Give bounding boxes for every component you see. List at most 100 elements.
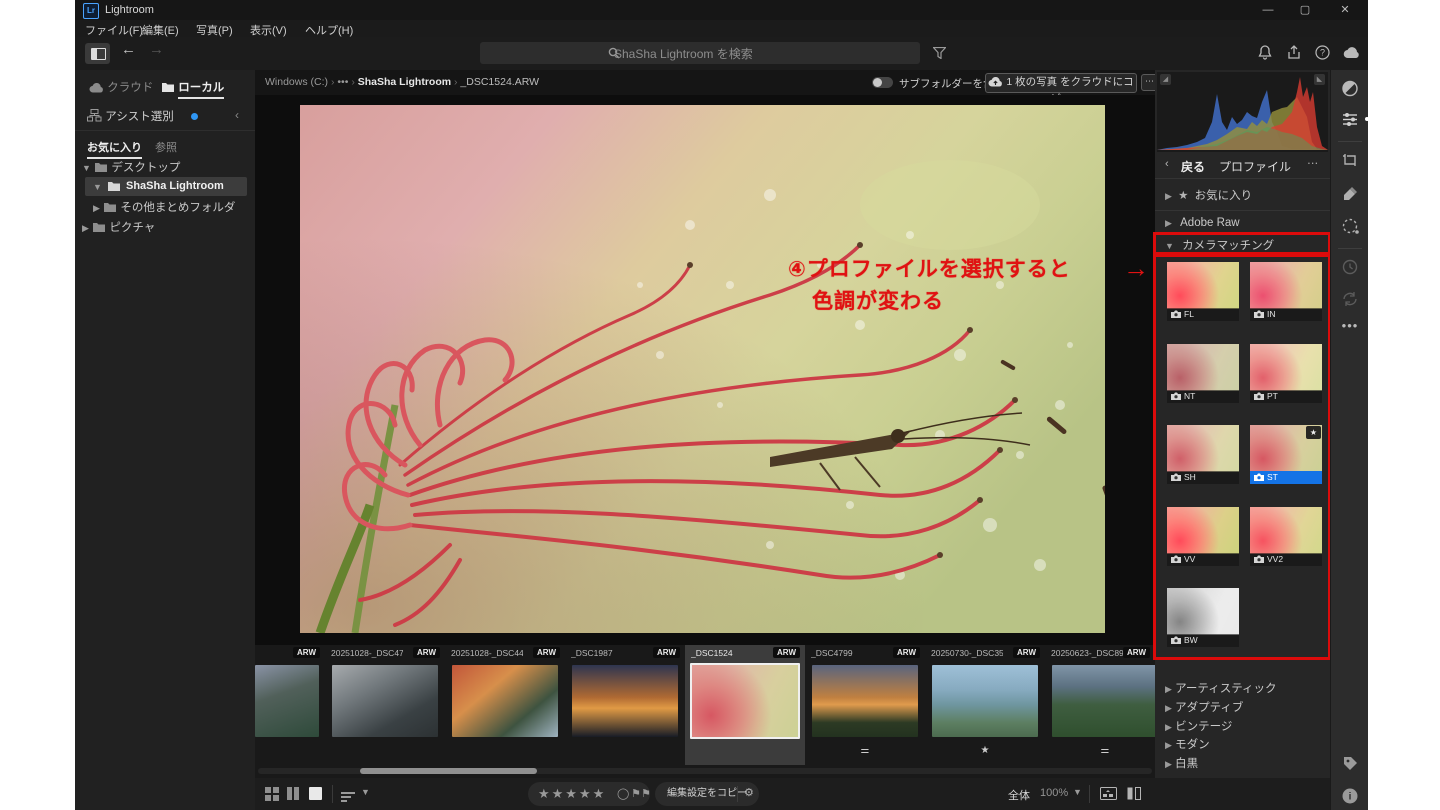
menu-photo[interactable]: 写真(P) — [196, 22, 233, 38]
profile-tile-fl[interactable]: FL — [1167, 262, 1239, 321]
shadow-clipping-button[interactable]: ◢ — [1160, 74, 1171, 85]
profiles-more-button[interactable]: ⋯ — [1307, 156, 1319, 170]
zoom-chevron-icon[interactable]: ▼ — [1073, 787, 1082, 797]
adjustments-sliders-icon[interactable] — [1331, 111, 1368, 128]
single-view-icon[interactable] — [309, 787, 323, 801]
group-favorites[interactable]: ▶ ★ お気に入り — [1165, 187, 1252, 203]
thumbnail-selected[interactable] — [690, 663, 800, 739]
group-bw[interactable]: ▶ 白黒 — [1165, 755, 1198, 771]
filmstrip-cell-selected[interactable]: _DSC1524 ARW — [685, 645, 805, 765]
favorite-star-badge[interactable]: ★ — [1306, 426, 1321, 439]
zoom-mode-label[interactable]: 全体 — [1008, 787, 1030, 803]
filmstrip-cell[interactable]: 20250730-_DSC3543 ARW ★ — [925, 645, 1045, 765]
share-icon[interactable] — [1287, 45, 1301, 60]
filmstrip-cell[interactable]: _DSC4799 ARW ⚌ — [805, 645, 925, 765]
profile-tile-pt[interactable]: PT — [1250, 344, 1322, 403]
profile-tile-st-selected[interactable]: ★ ST — [1250, 425, 1322, 484]
profile-tile-sh[interactable]: SH — [1167, 425, 1239, 484]
tree-item-desktop[interactable]: ▼ デスクトップ — [82, 159, 180, 175]
color-label-circle-icon[interactable]: ◯ — [617, 787, 629, 800]
masking-icon[interactable] — [1331, 217, 1368, 235]
search-box[interactable] — [480, 42, 920, 64]
group-modern[interactable]: ▶ モダン — [1165, 736, 1210, 752]
sort-icon[interactable] — [341, 790, 355, 804]
copy-to-cloud-button[interactable]: 1 枚の写真 をクラウドにコピー — [985, 73, 1137, 93]
thumbnail[interactable] — [452, 665, 558, 737]
rating-stars[interactable]: ★★★★★ — [538, 786, 606, 802]
panel-toggle-button[interactable] — [85, 43, 110, 64]
group-vintage[interactable]: ▶ ビンテージ — [1165, 718, 1232, 734]
highlight-clipping-button[interactable]: ◣ — [1314, 74, 1325, 85]
thumbnail[interactable] — [812, 665, 918, 737]
filmstrip-scrollbar-thumb[interactable] — [360, 768, 537, 774]
sidebar-tab-local[interactable]: ローカル — [161, 79, 224, 95]
filter-funnel-icon[interactable] — [933, 47, 946, 59]
thumbnail[interactable] — [332, 665, 438, 737]
grid-view-icon[interactable] — [265, 787, 279, 801]
notifications-bell-icon[interactable] — [1258, 45, 1272, 60]
filmstrip-cell[interactable]: _DSC1987 ARW — [565, 645, 685, 765]
thumbnail[interactable] — [255, 665, 319, 737]
assist-select-row[interactable]: アシスト選別 — [87, 108, 174, 124]
healing-brush-icon[interactable] — [1331, 184, 1368, 202]
sidebar-tab-browse[interactable]: 参照 — [155, 139, 177, 155]
menu-view[interactable]: 表示(V) — [250, 22, 287, 38]
filmstrip-cell[interactable]: ARW — [255, 645, 325, 765]
filmstrip-cell[interactable]: 20250623-_DSC8973 ARW ⚌ — [1045, 645, 1155, 765]
column-view-icon[interactable] — [287, 787, 301, 801]
menu-edit[interactable]: 編集(E) — [142, 22, 179, 38]
versions-sync-icon[interactable] — [1331, 290, 1368, 308]
copy-edit-settings-button[interactable]: 編集設定をコピー — [667, 782, 747, 806]
reject-flag-icon[interactable]: ⚑ — [641, 787, 651, 800]
menu-file[interactable]: ファイル(F) — [85, 22, 143, 38]
profile-tile-vv[interactable]: VV — [1167, 507, 1239, 566]
profile-tile-bw[interactable]: BW — [1167, 588, 1239, 647]
cloud-sync-icon[interactable] — [1343, 47, 1361, 59]
back-arrow-icon[interactable]: ← — [121, 41, 136, 58]
minimize-button[interactable]: — — [1251, 0, 1285, 20]
filmstrip-toggle-icon[interactable] — [1100, 787, 1117, 800]
breadcrumb-root[interactable]: Windows (C:) — [265, 76, 328, 88]
gear-icon[interactable]: ⚙ — [744, 786, 754, 799]
group-adobe-raw[interactable]: ▶ Adobe Raw — [1165, 217, 1240, 229]
edit-profile-icon[interactable] — [1331, 80, 1368, 97]
back-button[interactable]: 戻る — [1181, 158, 1205, 175]
keywords-tag-icon[interactable] — [1331, 753, 1368, 771]
profile-tile-nt[interactable]: NT — [1167, 344, 1239, 403]
sidebar-tab-favorites[interactable]: お気に入り — [87, 139, 142, 155]
sidebar-collapse-icon[interactable]: ‹ — [235, 108, 239, 122]
crop-icon[interactable] — [1331, 151, 1368, 169]
filmstrip-cell[interactable]: 20251028-_DSC4769 ARW — [325, 645, 445, 765]
group-adaptive[interactable]: ▶ アダプティブ — [1165, 699, 1243, 715]
history-clock-icon[interactable] — [1331, 258, 1368, 276]
info-icon[interactable]: i — [1331, 787, 1368, 805]
tree-item-pictures[interactable]: ▶ ピクチャ — [82, 219, 155, 235]
main-photo[interactable] — [300, 105, 1105, 633]
profile-tile-vv2[interactable]: VV2 — [1250, 507, 1322, 566]
thumbnail[interactable] — [572, 665, 678, 737]
include-subfolders-toggle[interactable] — [872, 77, 893, 88]
tree-item-shasha-selected[interactable]: ▼ ShaSha Lightroom — [85, 177, 247, 196]
pick-flag-icon[interactable]: ⚑ — [631, 787, 641, 800]
breadcrumb-folder[interactable]: ShaSha Lightroom — [358, 76, 451, 88]
histogram[interactable] — [1157, 72, 1328, 152]
breadcrumb-ellipsis[interactable]: ••• — [337, 76, 348, 88]
thumbnail[interactable] — [1052, 665, 1155, 737]
back-chevron-icon[interactable]: ‹ — [1165, 158, 1169, 170]
maximize-button[interactable]: ▢ — [1288, 0, 1322, 20]
more-tools-icon[interactable]: ••• — [1331, 318, 1368, 333]
tree-item-others[interactable]: ▶ その他まとめフォルダ — [93, 199, 235, 215]
sidebar-tab-cloud[interactable]: クラウド — [89, 79, 153, 95]
forward-arrow-icon[interactable]: → — [149, 41, 164, 58]
zoom-value[interactable]: 100% — [1040, 787, 1068, 799]
sort-chevron-icon[interactable]: ▼ — [361, 787, 370, 797]
close-button[interactable]: ✕ — [1328, 0, 1362, 20]
thumbnail[interactable] — [932, 665, 1038, 737]
menu-help[interactable]: ヘルプ(H) — [305, 22, 353, 38]
profile-tile-in[interactable]: IN — [1250, 262, 1322, 321]
group-artistic[interactable]: ▶ アーティスティック — [1165, 680, 1277, 696]
before-after-compare-icon[interactable] — [1127, 786, 1141, 801]
search-input[interactable] — [612, 42, 880, 66]
filmstrip-cell[interactable]: 20251028-_DSC4489 ARW — [445, 645, 565, 765]
help-icon[interactable]: ? — [1315, 45, 1330, 60]
